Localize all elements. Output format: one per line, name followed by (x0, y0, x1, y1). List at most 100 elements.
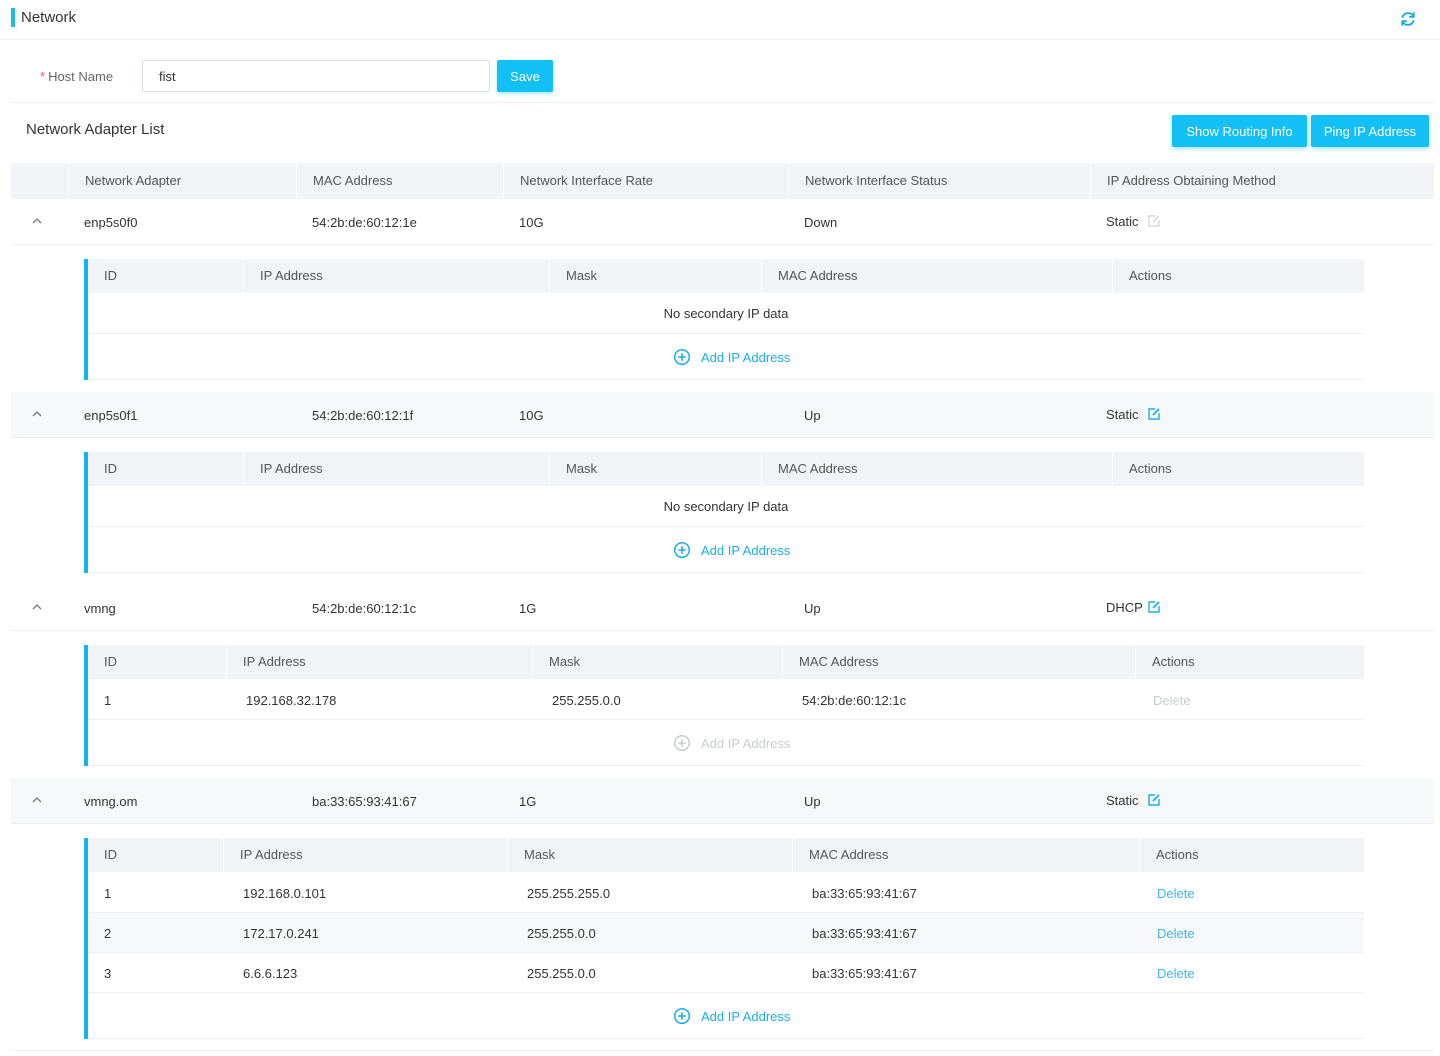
table-row: 3 6.6.6.123 255.255.0.0 ba:33:65:93:41:6… (88, 953, 1364, 993)
secondary-ip-table: ID IP Address Mask MAC Address Actions 1… (84, 838, 1364, 1039)
add-circle-icon (673, 734, 691, 752)
edit-icon[interactable] (1147, 407, 1161, 421)
column-actions: Actions (1112, 259, 1364, 293)
adapter-mac: 54:2b:de:60:12:1f (312, 408, 414, 423)
row-mask: 255.255.0.0 (552, 693, 621, 708)
delete-button[interactable]: Delete (1157, 966, 1195, 981)
edit-icon[interactable] (1147, 600, 1161, 614)
host-name-input[interactable] (142, 60, 490, 92)
adapter-name: vmng.om (84, 794, 138, 809)
row-id: 1 (104, 693, 112, 708)
column-actions: Actions (1112, 452, 1364, 486)
column-mask: Mask (549, 259, 761, 293)
secondary-ip-header: ID IP Address Mask MAC Address Actions (88, 645, 1364, 679)
column-ip-method: IP Address Obtaining Method (1090, 163, 1434, 199)
adapter-row[interactable]: enp5s0f1 54:2b:de:60:12:1f 10G Up Static (11, 392, 1434, 438)
row-id: 1 (104, 886, 112, 901)
column-mac-address: MAC Address (761, 452, 1112, 486)
column-network-adapter: Network Adapter (68, 163, 296, 199)
required-mark: * (40, 69, 46, 84)
column-ip-address: IP Address (226, 645, 532, 679)
column-mask: Mask (507, 838, 792, 872)
adapter-row[interactable]: enp5s0f0 54:2b:de:60:12:1e 10G Down Stat… (11, 199, 1434, 245)
no-data-message: No secondary IP data (88, 294, 1364, 334)
page-header: Network (0, 0, 1440, 40)
adapter-row[interactable]: vmng.om ba:33:65:93:41:67 1G Up Static (11, 778, 1434, 824)
chevron-up-icon[interactable] (32, 795, 42, 805)
adapter-mac: 54:2b:de:60:12:1c (312, 601, 417, 616)
row-mac: ba:33:65:93:41:67 (812, 926, 917, 941)
chevron-up-icon[interactable] (32, 602, 42, 612)
divider (11, 1050, 1434, 1051)
column-mask: Mask (549, 452, 761, 486)
adapter-table-header: Network Adapter MAC Address Network Inte… (11, 163, 1434, 199)
row-mask: 255.255.0.0 (527, 926, 596, 941)
adapter-ip-method: DHCP (1106, 600, 1143, 615)
column-mask: Mask (532, 645, 782, 679)
expand-column-header (11, 163, 68, 199)
column-id: ID (104, 654, 117, 669)
adapter-rate: 10G (519, 408, 544, 423)
adapter-list-title: Network Adapter List (26, 121, 165, 138)
column-id: ID (104, 461, 117, 476)
edit-icon (1148, 215, 1160, 227)
adapter-mac: 54:2b:de:60:12:1e (312, 215, 417, 230)
delete-button[interactable]: Delete (1157, 926, 1195, 941)
column-ip-address: IP Address (223, 838, 507, 872)
host-name-label-text: Host Name (48, 69, 114, 84)
adapter-mac: ba:33:65:93:41:67 (312, 794, 417, 809)
row-ip: 6.6.6.123 (243, 966, 298, 981)
column-interface-status: Network Interface Status (788, 163, 1090, 199)
host-name-label: * Host Name (40, 69, 113, 84)
add-ip-address-label: Add IP Address (701, 543, 791, 558)
refresh-icon[interactable] (1399, 10, 1417, 28)
no-data-message: No secondary IP data (88, 487, 1364, 527)
row-mask: 255.255.0.0 (527, 966, 596, 981)
row-id: 3 (104, 966, 112, 981)
secondary-ip-header: ID IP Address Mask MAC Address Actions (88, 259, 1364, 293)
add-ip-address-label: Add IP Address (701, 736, 791, 751)
column-mac-address: MAC Address (782, 645, 1135, 679)
adapter-name: enp5s0f0 (84, 215, 138, 230)
secondary-ip-table: ID IP Address Mask MAC Address Actions N… (84, 259, 1364, 380)
delete-button: Delete (1153, 693, 1191, 708)
title-accent-bar (11, 8, 15, 27)
chevron-up-icon[interactable] (32, 409, 42, 419)
secondary-ip-table: ID IP Address Mask MAC Address Actions N… (84, 452, 1364, 573)
edit-icon[interactable] (1147, 793, 1161, 807)
row-mac: ba:33:65:93:41:67 (812, 886, 917, 901)
adapter-status: Up (804, 601, 821, 616)
row-mac: ba:33:65:93:41:67 (812, 966, 917, 981)
secondary-ip-header: ID IP Address Mask MAC Address Actions (88, 838, 1364, 872)
column-actions: Actions (1135, 645, 1364, 679)
delete-button[interactable]: Delete (1157, 886, 1195, 901)
column-ip-address: IP Address (243, 452, 549, 486)
add-ip-address-label: Add IP Address (701, 350, 791, 365)
host-name-form: *Host Name Save (11, 41, 1434, 103)
show-routing-info-button[interactable]: Show Routing Info (1172, 115, 1307, 147)
row-mac: 54:2b:de:60:12:1c (802, 693, 907, 708)
adapter-name: enp5s0f1 (84, 408, 138, 423)
table-row: 2 172.17.0.241 255.255.0.0 ba:33:65:93:4… (88, 913, 1364, 953)
adapter-rate: 10G (519, 215, 544, 230)
column-ip-address: IP Address (243, 259, 549, 293)
adapter-ip-method: Static (1106, 793, 1139, 808)
add-circle-icon (673, 541, 691, 559)
adapter-name: vmng (84, 601, 116, 616)
ping-ip-address-button[interactable]: Ping IP Address (1311, 115, 1429, 147)
adapter-status: Up (804, 408, 821, 423)
adapter-ip-method: Static (1106, 407, 1139, 422)
column-mac-address: MAC Address (761, 259, 1112, 293)
adapter-rate: 1G (519, 601, 537, 616)
adapter-rate: 1G (519, 794, 537, 809)
row-id: 2 (104, 926, 112, 941)
column-interface-rate: Network Interface Rate (503, 163, 788, 199)
add-ip-address-label: Add IP Address (701, 1009, 791, 1024)
chevron-up-icon[interactable] (32, 216, 42, 226)
adapter-ip-method: Static (1106, 214, 1139, 229)
row-ip: 192.168.32.178 (246, 693, 337, 708)
save-button[interactable]: Save (497, 60, 553, 92)
table-row: 1 192.168.32.178 255.255.0.0 54:2b:de:60… (88, 680, 1364, 720)
adapter-row[interactable]: vmng 54:2b:de:60:12:1c 1G Up DHCP (11, 585, 1434, 631)
adapter-status: Up (804, 794, 821, 809)
